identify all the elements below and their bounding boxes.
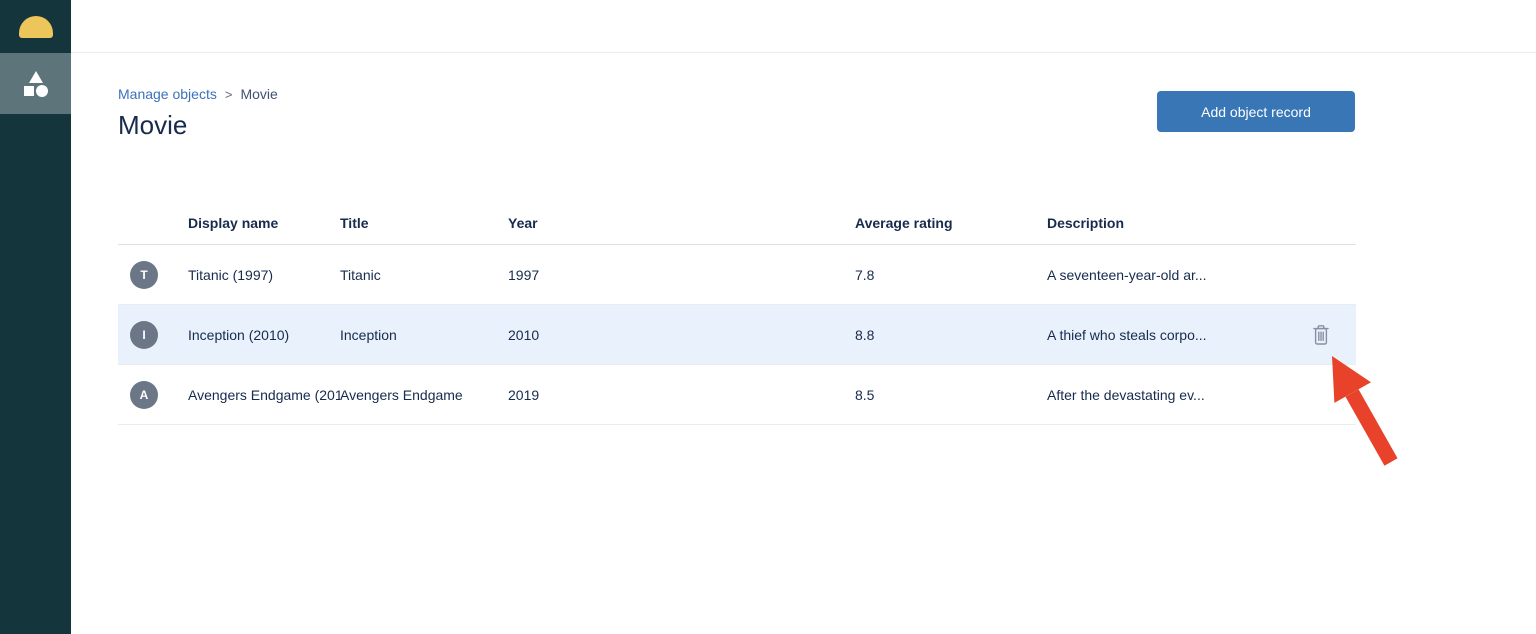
breadcrumb: Manage objects > Movie	[118, 86, 278, 102]
trash-icon	[1312, 324, 1330, 346]
header-year: Year	[508, 215, 855, 231]
top-bar	[71, 0, 1536, 53]
sidebar	[0, 0, 71, 634]
page-title: Movie	[118, 110, 187, 141]
cell-description: After the devastating ev...	[1047, 387, 1285, 403]
cell-year: 2019	[508, 387, 855, 403]
cell-display-name: Inception (2010)	[188, 327, 340, 343]
breadcrumb-current: Movie	[240, 86, 277, 102]
breadcrumb-separator: >	[225, 87, 233, 102]
app-logo-button[interactable]	[0, 0, 71, 53]
object-records-table: Display name Title Year Average rating D…	[118, 201, 1356, 425]
add-object-record-button[interactable]: Add object record	[1157, 91, 1355, 132]
cell-description: A seventeen-year-old ar...	[1047, 267, 1285, 283]
breadcrumb-manage-objects-link[interactable]: Manage objects	[118, 86, 217, 102]
header-display-name: Display name	[188, 215, 340, 231]
cell-display-name: Avengers Endgame (201...	[188, 387, 340, 403]
square-shape	[24, 86, 34, 96]
avatar: A	[130, 381, 158, 409]
header-average-rating: Average rating	[855, 215, 1047, 231]
header-title: Title	[340, 215, 508, 231]
cell-actions	[1285, 322, 1356, 348]
cell-display-name: Titanic (1997)	[188, 267, 340, 283]
cell-average-rating: 7.8	[855, 267, 1047, 283]
cell-year: 1997	[508, 267, 855, 283]
table-row-avengers[interactable]: A Avengers Endgame (201... Avengers Endg…	[118, 365, 1356, 425]
table-row-inception[interactable]: I Inception (2010) Inception 2010 8.8 A …	[118, 305, 1356, 365]
cell-average-rating: 8.5	[855, 387, 1047, 403]
triangle-shape	[29, 71, 43, 83]
avatar: T	[130, 261, 158, 289]
sidebar-item-objects[interactable]	[0, 53, 71, 114]
cell-title: Titanic	[340, 267, 508, 283]
cell-description: A thief who steals corpo...	[1047, 327, 1285, 343]
table-header-row: Display name Title Year Average rating D…	[118, 201, 1356, 245]
table-row-titanic[interactable]: T Titanic (1997) Titanic 1997 7.8 A seve…	[118, 245, 1356, 305]
cell-title: Avengers Endgame	[340, 387, 508, 403]
avatar: I	[130, 321, 158, 349]
cell-average-rating: 8.8	[855, 327, 1047, 343]
delete-record-button[interactable]	[1310, 322, 1332, 348]
header-description: Description	[1047, 215, 1285, 231]
dome-logo-icon	[19, 16, 53, 38]
cell-year: 2010	[508, 327, 855, 343]
circle-shape	[36, 85, 48, 97]
shapes-icon	[22, 71, 50, 97]
cell-title: Inception	[340, 327, 508, 343]
